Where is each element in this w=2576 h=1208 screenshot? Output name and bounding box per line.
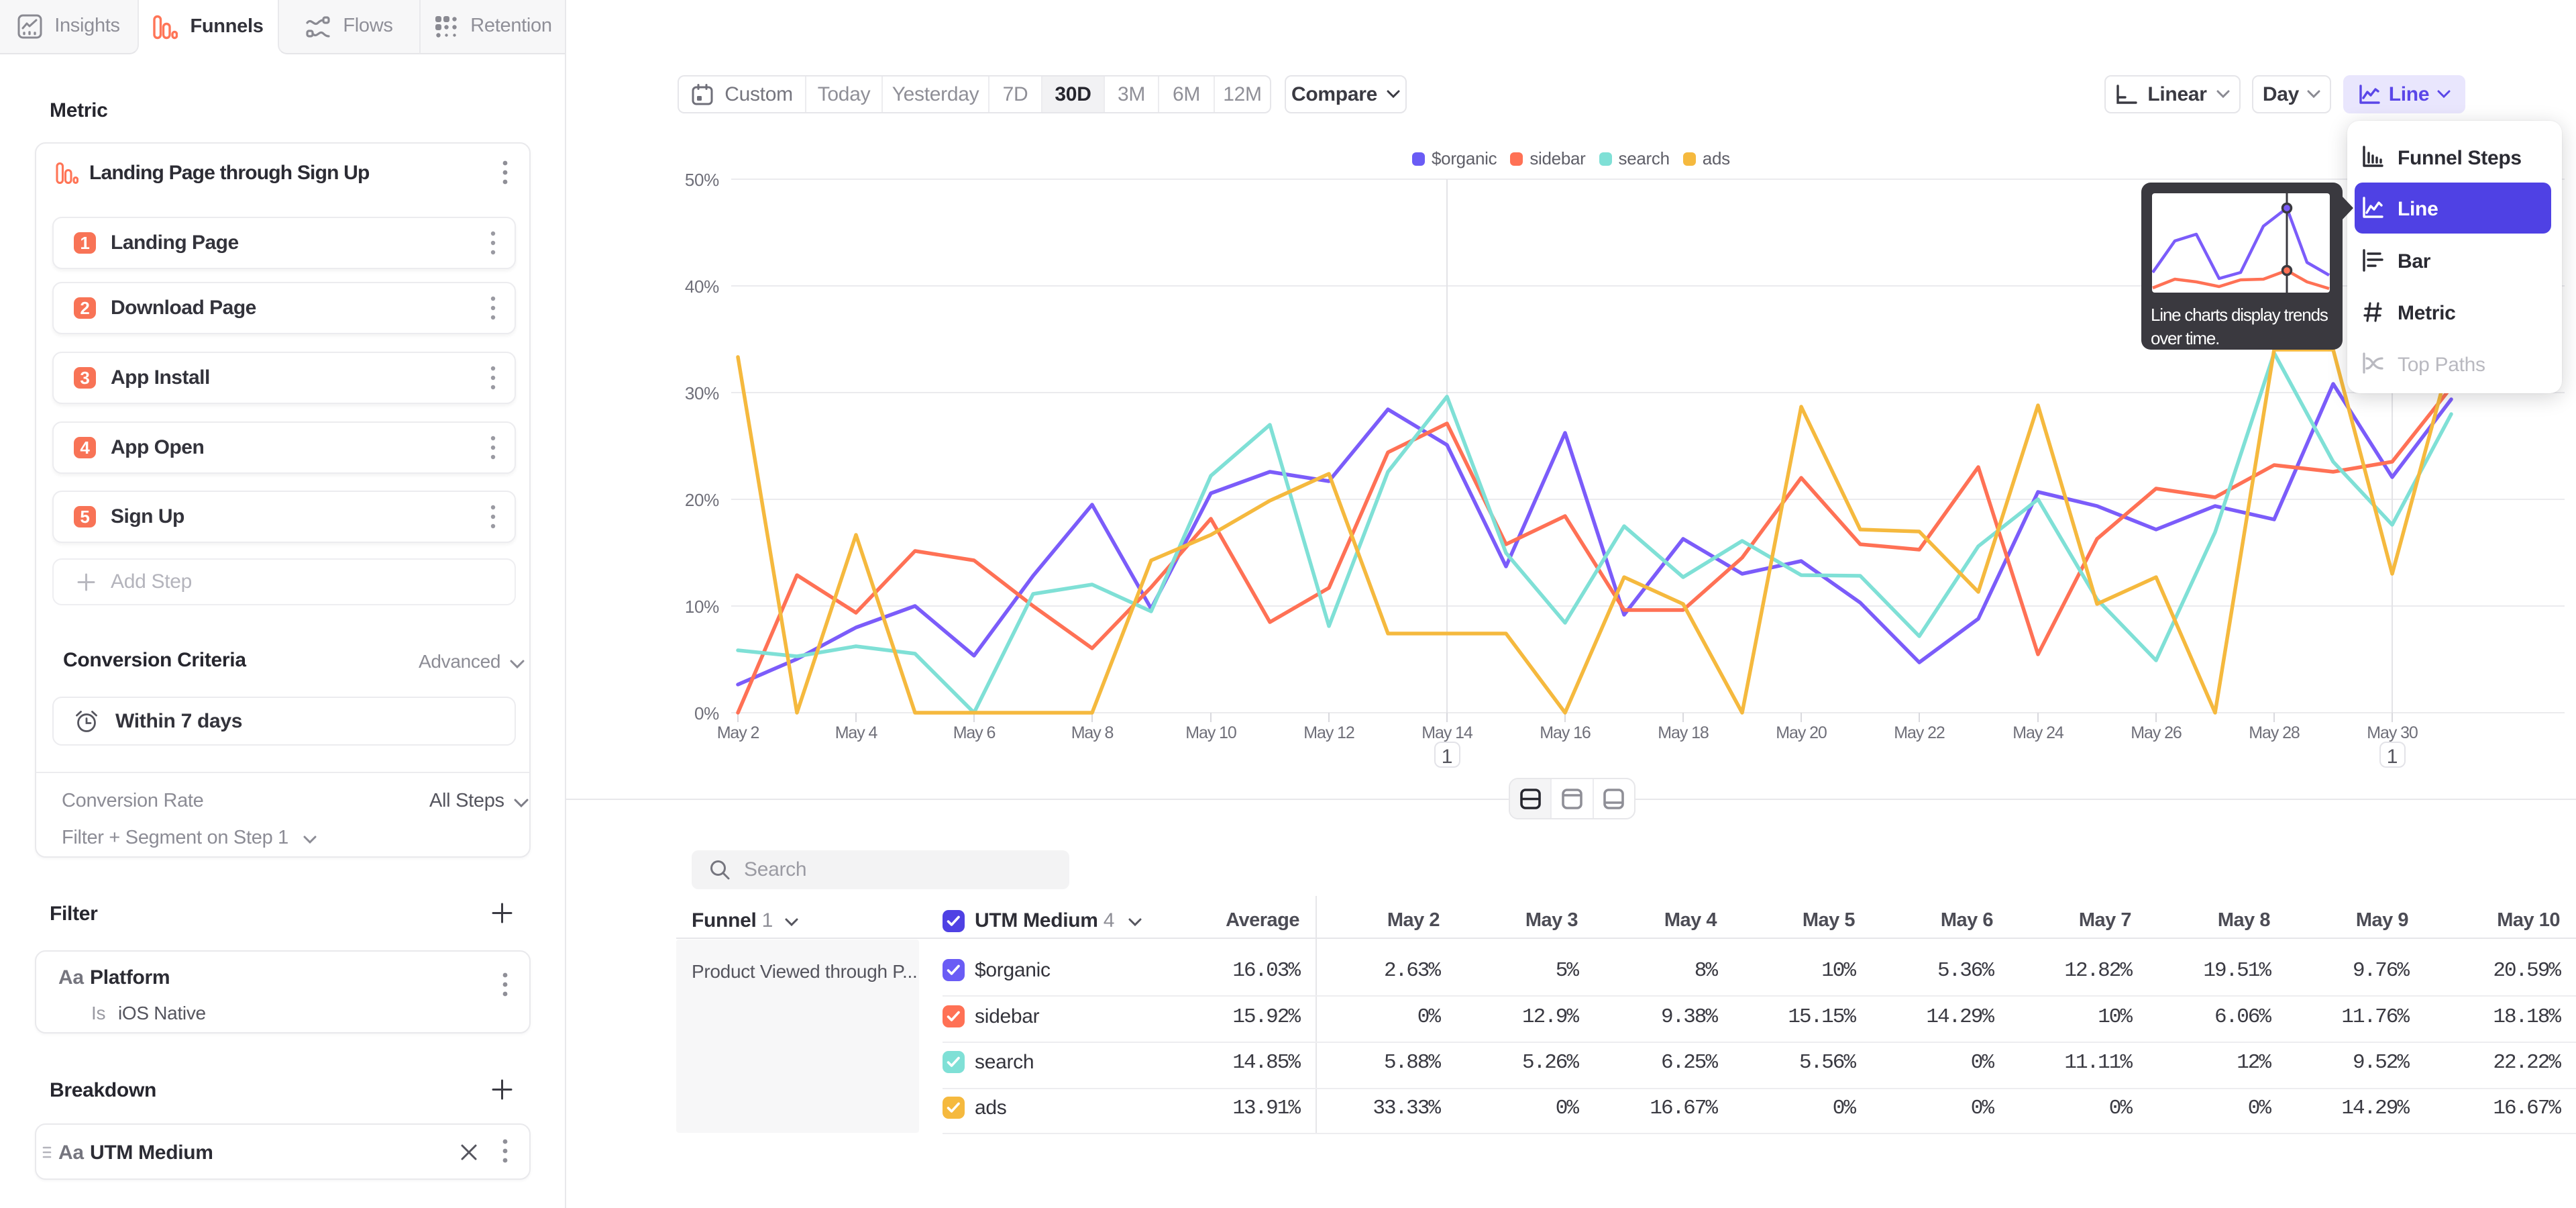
svg-text:May 4: May 4 [835,723,878,742]
svg-text:May 12: May 12 [1303,723,1354,742]
svg-text:May 18: May 18 [1658,723,1709,742]
svg-text:20%: 20% [685,490,719,510]
svg-text:May 16: May 16 [1540,723,1591,742]
svg-text:May 28: May 28 [2249,723,2300,742]
svg-text:May 8: May 8 [1071,723,1114,742]
svg-text:May 22: May 22 [1894,723,1945,742]
svg-text:30%: 30% [685,383,719,403]
svg-text:10%: 10% [685,597,719,617]
svg-text:May 2: May 2 [717,723,759,742]
svg-text:50%: 50% [685,170,719,190]
svg-text:May 10: May 10 [1185,723,1236,742]
svg-text:May 6: May 6 [953,723,996,742]
svg-text:May 14: May 14 [1421,723,1473,742]
svg-text:May 24: May 24 [2012,723,2064,742]
svg-text:May 26: May 26 [2131,723,2182,742]
svg-text:1: 1 [1442,746,1452,768]
svg-text:May 30: May 30 [2367,723,2418,742]
svg-text:May 20: May 20 [1776,723,1827,742]
svg-text:40%: 40% [685,276,719,297]
svg-text:1: 1 [2387,746,2398,768]
svg-text:0%: 0% [694,703,719,723]
